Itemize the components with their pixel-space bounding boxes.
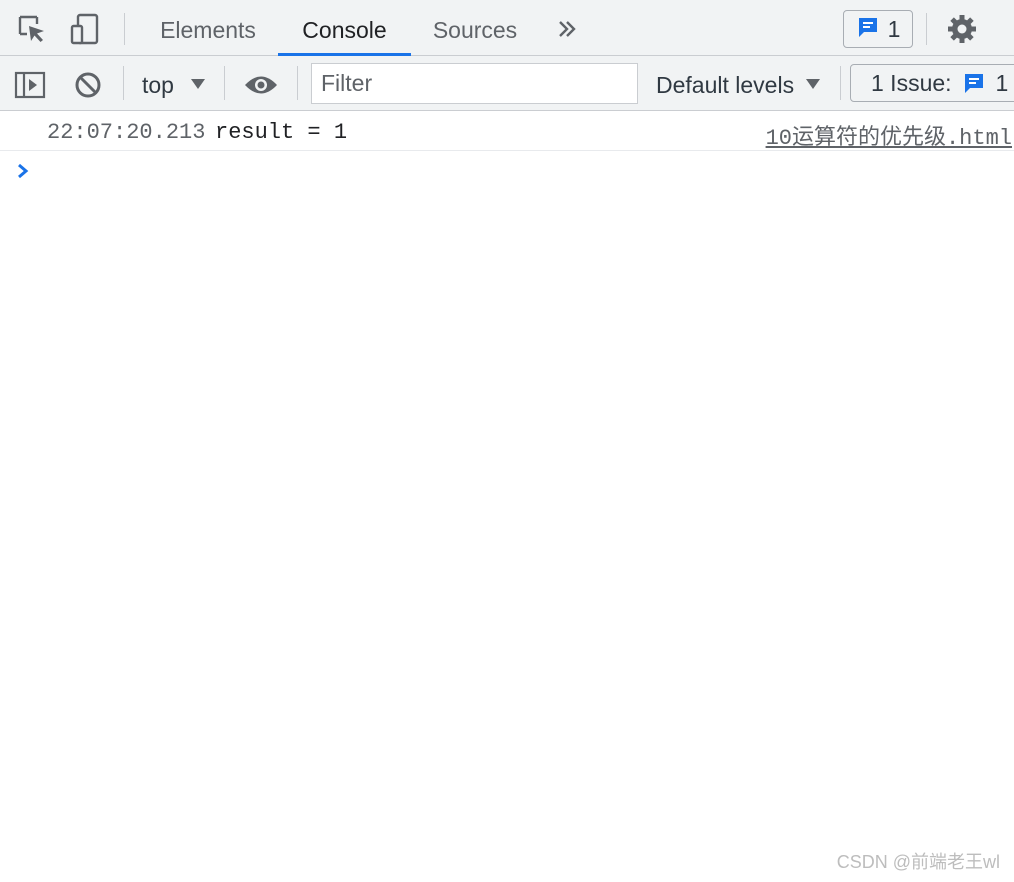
toolbar-separator [123,66,124,100]
tab-console[interactable]: Console [278,0,411,56]
watermark: CSDN @前端老王wl [836,852,1000,872]
triangle-down-icon [191,79,205,89]
filter-input[interactable] [311,63,638,104]
eye-icon[interactable] [242,68,280,102]
tab-bar-separator [124,13,125,45]
toolbar-separator [224,66,225,100]
sidebar-toggle-icon[interactable] [13,68,47,102]
messages-badge-button[interactable]: 1 [843,10,913,48]
toolbar-separator [840,66,841,100]
message-icon [962,71,986,95]
console-prompt[interactable] [16,162,30,185]
toolbar-separator [297,66,298,100]
double-chevron-right-icon[interactable] [552,14,582,44]
log-levels-label: Default levels [656,72,795,98]
console-message-row: 22:07:20.213 result = 1 10运算符的优先级.html [0,111,1014,151]
device-toolbar-icon[interactable] [66,10,104,48]
context-label: top [142,72,174,98]
inspect-element-icon[interactable] [14,12,50,46]
message-icon [856,15,880,44]
tab-sources[interactable]: Sources [416,0,534,56]
tab-elements[interactable]: Elements [142,0,274,56]
issues-label: 1 Issue: [871,69,952,96]
log-levels-dropdown[interactable]: Default levels [654,68,826,102]
clear-console-icon[interactable] [71,68,105,102]
gear-icon[interactable] [945,12,979,46]
issues-button[interactable]: 1 Issue: 1 [850,64,1014,102]
log-timestamp: 22:07:20.213 [47,120,206,145]
log-message: result = 1 [215,120,348,145]
context-selector[interactable]: top [140,68,212,102]
issues-count: 1 [995,69,1009,96]
messages-count: 1 [887,15,901,42]
chevron-right-icon [18,163,29,179]
tab-bar-separator [926,13,927,45]
triangle-down-icon [806,79,820,89]
devtools-tab-bar: Elements Console Sources 1 [0,0,1014,56]
log-source-link[interactable]: 10运算符的优先级.html [766,119,1012,151]
